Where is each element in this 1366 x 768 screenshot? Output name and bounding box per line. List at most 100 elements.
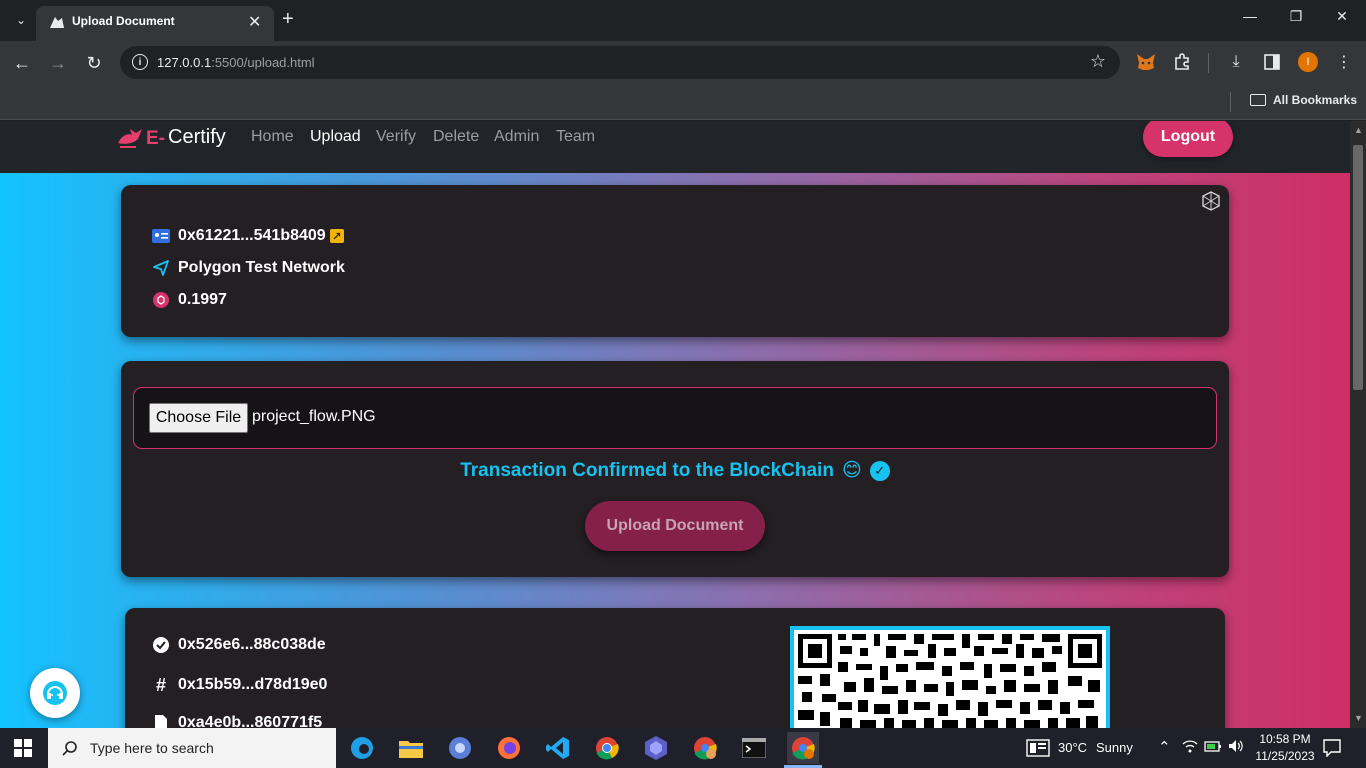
battery-icon[interactable]	[1204, 739, 1222, 756]
tx-hash: 0x526e6...88c038de	[178, 636, 326, 653]
choose-file-button[interactable]: Choose File	[149, 403, 248, 433]
weather-temp[interactable]: 30°C	[1058, 740, 1087, 755]
wifi-icon[interactable]	[1182, 739, 1198, 756]
chrome-icon[interactable]	[591, 732, 623, 764]
vscode-icon[interactable]	[542, 732, 574, 764]
profile-initial: I	[1298, 52, 1318, 72]
weather-text[interactable]: Sunny	[1096, 740, 1133, 755]
forward-arrow-icon[interactable]: →	[46, 51, 70, 75]
polygon-matic-icon	[152, 291, 170, 309]
url-text[interactable]: 127.0.0.1:5500/upload.html	[157, 55, 315, 70]
check-badge-icon	[152, 636, 170, 654]
brand-name[interactable]: Certify	[168, 126, 226, 149]
page-viewport: E- Certify Home Upload Verify Delete Adm…	[0, 121, 1350, 728]
tx-hash-row: 0x526e6...88c038de	[152, 636, 326, 654]
file-explorer-icon[interactable]	[395, 732, 427, 764]
browser-tab-bar: ⌄ Upload Document ✕ + — ❐ ✕	[0, 0, 1366, 41]
account-address: 0x61221...541b8409	[178, 227, 326, 244]
doc-hash: 0x15b59...d78d19e0	[178, 676, 328, 693]
browser-menu-icon[interactable]: ⋮	[1332, 50, 1356, 74]
all-bookmarks-link[interactable]: All Bookmarks	[1273, 93, 1357, 107]
site-navbar: E- Certify Home Upload Verify Delete Adm…	[0, 121, 1350, 173]
app-icon[interactable]	[640, 732, 672, 764]
support-chat-button[interactable]	[30, 668, 80, 718]
transaction-status-text: Transaction Confirmed to the BlockChain	[460, 459, 834, 481]
tab-search-chevron-icon[interactable]: ⌄	[12, 11, 30, 29]
firefox-icon[interactable]	[493, 732, 525, 764]
nav-team[interactable]: Team	[556, 128, 595, 146]
profile-avatar[interactable]: I	[1296, 50, 1320, 74]
smile-emoji-icon: 😊	[841, 460, 862, 481]
network-name: Polygon Test Network	[178, 259, 345, 276]
clock-time[interactable]: 10:58 PM	[1256, 732, 1314, 746]
page-scrollbar[interactable]: ▲ ▼	[1350, 121, 1366, 728]
file-icon	[152, 714, 170, 728]
reload-icon[interactable]: ↻	[82, 51, 106, 75]
file-input-box[interactable]: Choose File project_flow.PNG	[133, 387, 1217, 449]
windows-start-icon[interactable]	[14, 739, 32, 762]
bookmark-star-icon[interactable]: ☆	[1090, 51, 1106, 72]
upload-document-button[interactable]: Upload Document	[585, 501, 765, 551]
bookmarks-bar: All Bookmarks	[0, 85, 1366, 120]
nav-verify[interactable]: Verify	[376, 128, 416, 146]
address-bar[interactable]: i 127.0.0.1:5500/upload.html ☆	[120, 46, 1120, 79]
nav-admin[interactable]: Admin	[494, 128, 539, 146]
file-hash: 0xa4e0b...860771f5	[178, 714, 323, 728]
folder-icon[interactable]	[1250, 94, 1266, 106]
qr-code-pattern	[798, 634, 1102, 728]
terminal-icon[interactable]	[738, 732, 770, 764]
volume-icon[interactable]	[1228, 739, 1244, 756]
account-card: 0x61221...541b8409 ↗ Polygon Test Networ…	[121, 185, 1229, 337]
wireframe-network-icon[interactable]	[1201, 191, 1221, 211]
logout-button[interactable]: Logout	[1143, 121, 1233, 157]
toolbar-divider	[1208, 53, 1209, 73]
check-circle-icon: ✓	[869, 460, 890, 481]
transaction-status: Transaction Confirmed to the BlockChain …	[121, 459, 1229, 482]
external-link-icon[interactable]: ↗	[329, 229, 344, 243]
network-row: Polygon Test Network	[152, 259, 345, 277]
windows-taskbar: Type here to search 30°C Sunny ⌃ 10:58 P…	[0, 728, 1366, 768]
selected-file-name: project_flow.PNG	[252, 408, 376, 425]
url-host: 127.0.0.1	[157, 55, 212, 70]
tray-chevron-up-icon[interactable]: ⌃	[1158, 738, 1171, 756]
balance-value: 0.1997	[178, 291, 227, 308]
browser-tab[interactable]: Upload Document ✕	[36, 6, 274, 41]
scroll-down-arrow-icon[interactable]: ▼	[1354, 713, 1363, 723]
metamask-fox-icon[interactable]	[1134, 50, 1158, 74]
notification-icon[interactable]	[1323, 739, 1341, 762]
back-arrow-icon[interactable]: ←	[10, 51, 34, 75]
chrome-active-icon[interactable]	[787, 732, 819, 764]
clock-date[interactable]: 11/25/2023	[1250, 749, 1320, 763]
brand-prefix[interactable]: E-	[146, 128, 165, 150]
downloads-icon[interactable]: ⤓	[1224, 50, 1248, 74]
ecertify-logo-icon[interactable]	[116, 125, 144, 149]
nav-delete[interactable]: Delete	[433, 128, 479, 146]
taskbar-search-box[interactable]: Type here to search	[48, 728, 336, 768]
ecertify-favicon-icon	[50, 17, 64, 28]
account-address-row: 0x61221...541b8409 ↗	[152, 227, 344, 245]
qr-code-image	[790, 626, 1110, 728]
scrollbar-thumb[interactable]	[1353, 145, 1363, 390]
nav-home[interactable]: Home	[251, 128, 294, 146]
search-icon	[62, 741, 77, 756]
weather-icon[interactable]	[1026, 739, 1050, 762]
site-info-icon[interactable]: i	[132, 54, 148, 70]
scroll-up-arrow-icon[interactable]: ▲	[1354, 125, 1363, 135]
nav-upload[interactable]: Upload	[310, 128, 361, 146]
extensions-puzzle-icon[interactable]	[1170, 50, 1194, 74]
edge-icon[interactable]	[346, 732, 378, 764]
hashtag-icon: #	[155, 674, 166, 695]
url-path: :5500/upload.html	[211, 55, 315, 70]
headset-icon	[43, 681, 67, 705]
chrome-profile-icon[interactable]	[689, 732, 721, 764]
restore-icon[interactable]: ❐	[1276, 8, 1316, 25]
bookmarks-divider	[1230, 92, 1231, 112]
balance-row: 0.1997	[152, 291, 227, 309]
side-panel-icon[interactable]	[1260, 50, 1284, 74]
doc-hash-row: # 0x15b59...d78d19e0	[152, 674, 328, 695]
new-tab-button[interactable]: +	[282, 8, 294, 31]
minimize-icon[interactable]: —	[1230, 8, 1270, 24]
window-close-icon[interactable]: ✕	[1322, 8, 1362, 25]
tab-close-icon[interactable]: ✕	[248, 12, 261, 32]
chromium-icon[interactable]	[444, 732, 476, 764]
